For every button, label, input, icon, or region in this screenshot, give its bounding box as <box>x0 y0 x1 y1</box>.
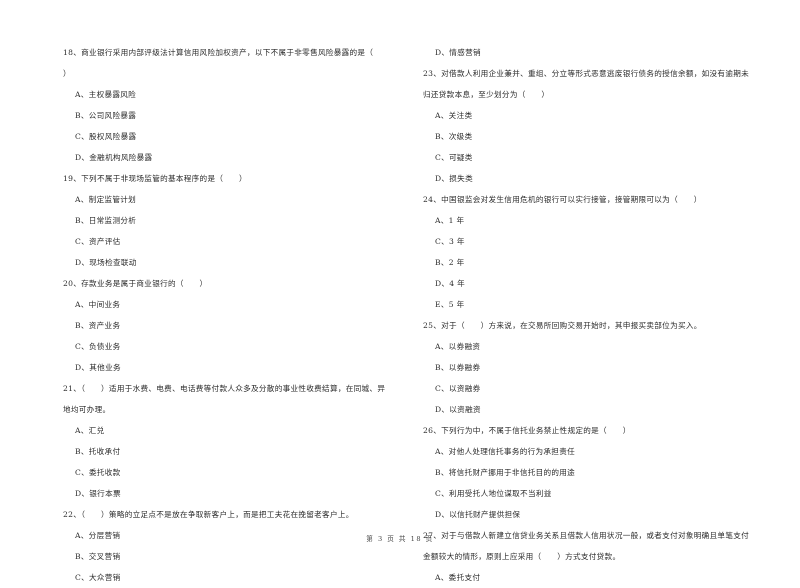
answer-option: B、资产业务 <box>75 321 121 330</box>
answer-option: A、主权暴露风险 <box>75 90 137 99</box>
answer-option: D、其他业务 <box>75 363 121 372</box>
answer-option: D、损失类 <box>435 174 473 183</box>
question-text: 地均可办理。 <box>63 405 111 414</box>
answer-option: A、对他人处理信托事务的行为承担责任 <box>435 447 575 456</box>
answer-option: B、日常监测分析 <box>75 216 137 225</box>
answer-option: C、负债业务 <box>75 342 121 351</box>
answer-option: A、制定监管计划 <box>75 195 137 204</box>
answer-option: B、将信托财产挪用于非信托目的的用途 <box>435 468 576 477</box>
answer-option: B、2 年 <box>435 258 465 267</box>
answer-option: B、以券融券 <box>435 363 481 372</box>
question-text: 20、存款业务是属于商业银行的（ ） <box>63 279 208 288</box>
page-footer: 第 3 页 共 18 页 <box>366 535 434 543</box>
answer-option: A、关注类 <box>435 111 473 120</box>
answer-option: D、以信托财产提供担保 <box>435 510 521 519</box>
answer-option: D、银行本票 <box>75 489 121 498</box>
exam-page: 18、商业银行采用内部评级法计算信用风险加权资产，以下不属于非零售风险暴露的是（… <box>0 0 800 582</box>
question-text: 18、商业银行采用内部评级法计算信用风险加权资产，以下不属于非零售风险暴露的是（ <box>63 48 374 57</box>
answer-option: D、现场检查联动 <box>75 258 137 267</box>
answer-option: C、资产评估 <box>75 237 121 246</box>
answer-option: C、大众营销 <box>75 573 121 582</box>
answer-option: E、5 年 <box>435 300 465 309</box>
answer-option: B、次级类 <box>435 132 473 141</box>
question-text: 19、下列不属于非现场监管的基本程序的是（ ） <box>63 174 247 183</box>
right-column: D、情感营销 23、对借款人利用企业兼并、重组、分立等形式恶意逃废银行债务的授信余… <box>423 42 775 588</box>
answer-option: D、金融机构风险暴露 <box>75 153 153 162</box>
answer-option: C、利用受托人地位谋取不当利益 <box>435 489 552 498</box>
question-text: ） <box>63 69 71 78</box>
question-text: 23、对借款人利用企业兼并、重组、分立等形式恶意逃废银行债务的授信余额，如没有逾… <box>423 69 750 78</box>
answer-option: D、情感营销 <box>435 48 481 57</box>
question-text: 22、（ ）策略的立足点不是放在争取新客户上，而是把工夫花在挽留老客户上。 <box>63 510 354 519</box>
question-text: 归还贷款本息，至少划分为（ ） <box>423 90 550 99</box>
question-text: 26、下列行为中，不属于信托业务禁止性规定的是（ ） <box>423 426 631 435</box>
answer-option: A、以券融资 <box>435 342 481 351</box>
answer-option: B、交叉营销 <box>75 552 121 561</box>
answer-option: B、托收承付 <box>75 447 121 456</box>
answer-option: A、中间业务 <box>75 300 121 309</box>
answer-option: A、委托支付 <box>435 573 481 582</box>
answer-option: A、1 年 <box>435 216 465 225</box>
answer-option: A、汇兑 <box>75 426 105 435</box>
answer-option: C、以资融券 <box>435 384 481 393</box>
left-column: 18、商业银行采用内部评级法计算信用风险加权资产，以下不属于非零售风险暴露的是（… <box>63 42 413 588</box>
answer-option: B、公司风险暴露 <box>75 111 137 120</box>
question-text: 金额较大的情形，原则上应采用（ ）方式支付贷款。 <box>423 552 621 561</box>
question-text: 21、（ ）适用于水费、电费、电话费等付款人众多及分散的事业性收费结算，在同城、… <box>63 384 386 393</box>
answer-option: C、委托收款 <box>75 468 121 477</box>
answer-option: D、以资融资 <box>435 405 481 414</box>
answer-option: C、股权风险暴露 <box>75 132 137 141</box>
answer-option: C、3 年 <box>435 237 465 246</box>
answer-option: D、4 年 <box>435 279 466 288</box>
answer-option: C、可疑类 <box>435 153 473 162</box>
question-text: 25、对于（ ）方来说，在交易所回购交易开始时，其申报买卖部位为买入。 <box>423 321 702 330</box>
question-text: 24、中国银监会对发生信用危机的银行可以实行接管，接管期限可以为（ ） <box>423 195 702 204</box>
